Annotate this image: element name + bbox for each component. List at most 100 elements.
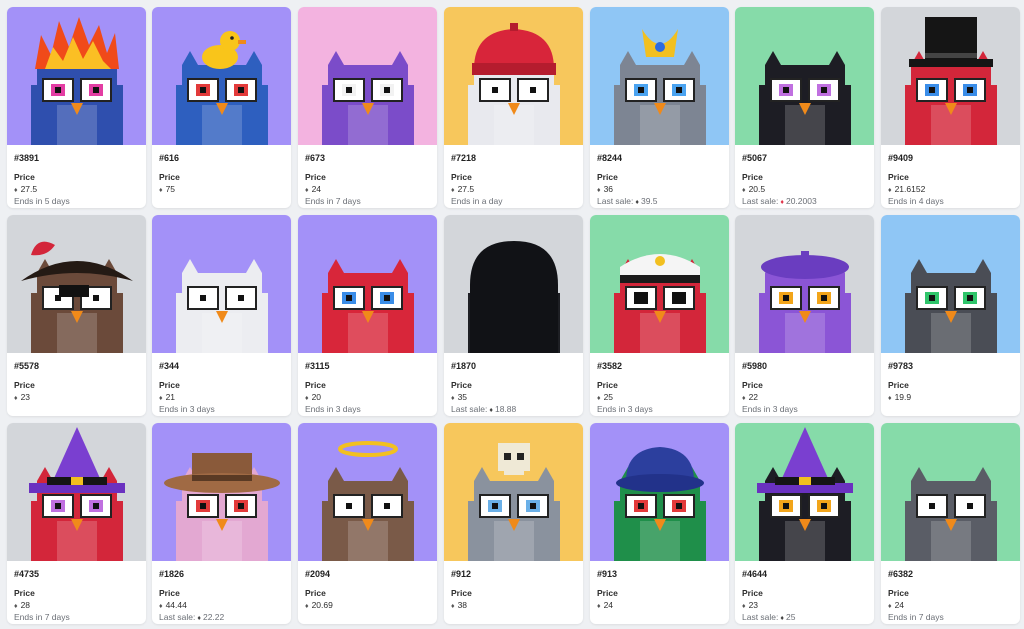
nft-card[interactable]: #912 Price ♦ 38 bbox=[444, 423, 583, 624]
auction-end: Ends in a day bbox=[451, 196, 503, 206]
auction-end: Ends in 5 days bbox=[14, 196, 70, 206]
nft-card[interactable]: #616 Price ♦ 75 bbox=[152, 7, 291, 208]
nft-image[interactable] bbox=[298, 7, 437, 145]
card-info: #5980 Price ♦ 22 Ends in 3 days bbox=[742, 360, 868, 415]
card-info: #1826 Price ♦ 44.44 Last sale: ♦ 22.22 bbox=[159, 568, 285, 623]
nft-card[interactable]: #3115 Price ♦ 20 Ends in 3 days bbox=[298, 215, 437, 416]
nft-card[interactable]: #4735 Price ♦ 28 Ends in 7 days bbox=[7, 423, 146, 624]
nft-image[interactable] bbox=[152, 7, 291, 145]
card-info: #3582 Price ♦ 25 Ends in 3 days bbox=[597, 360, 723, 415]
nft-card[interactable]: #7218 Price ♦ 27.5 Ends in a day bbox=[444, 7, 583, 208]
nft-card[interactable]: #5067 Price ♦ 20.5 Last sale: ♦ 20.2003 bbox=[735, 7, 874, 208]
last-sale-label: Last sale: bbox=[159, 612, 196, 622]
eth-icon: ♦ bbox=[305, 187, 309, 194]
nft-card[interactable]: #1870 Price ♦ 35 Last sale: ♦ 18.88 bbox=[444, 215, 583, 416]
eth-icon: ♦ bbox=[742, 395, 746, 402]
nft-image[interactable] bbox=[298, 215, 437, 353]
price-row: ♦ 25 bbox=[597, 391, 723, 403]
card-info: #3891 Price ♦ 27.5 Ends in 5 days bbox=[14, 152, 140, 207]
nft-image[interactable] bbox=[590, 423, 729, 561]
nft-image[interactable] bbox=[735, 7, 874, 145]
price-value: 22 bbox=[748, 392, 759, 402]
eth-icon: ♦ bbox=[305, 395, 309, 402]
nft-card[interactable]: #8244 Price ♦ 36 Last sale: ♦ 39.5 bbox=[590, 7, 729, 208]
nft-image[interactable] bbox=[735, 215, 874, 353]
nft-image[interactable] bbox=[7, 215, 146, 353]
nft-card[interactable]: #9783 Price ♦ 19.9 bbox=[881, 215, 1020, 416]
price-value: 24 bbox=[311, 184, 322, 194]
nft-image[interactable] bbox=[444, 7, 583, 145]
nft-card[interactable]: #3891 Price ♦ 27.5 Ends in 5 days bbox=[7, 7, 146, 208]
nft-card[interactable]: #5578 Price ♦ 23 bbox=[7, 215, 146, 416]
price-row: ♦ 35 bbox=[451, 391, 577, 403]
token-id: #9409 bbox=[888, 153, 914, 163]
price-value: 20.5 bbox=[748, 184, 766, 194]
price-row: ♦ 24 bbox=[305, 183, 431, 195]
eth-icon: ♦ bbox=[451, 187, 455, 194]
token-id: #1870 bbox=[451, 361, 477, 371]
eth-icon: ♦ bbox=[888, 603, 892, 610]
price-row: ♦ 27.5 bbox=[14, 183, 140, 195]
nft-card[interactable]: #913 Price ♦ 24 bbox=[590, 423, 729, 624]
token-id: #3115 bbox=[305, 361, 330, 371]
price-label: Price bbox=[305, 588, 326, 598]
nft-image[interactable] bbox=[152, 423, 291, 561]
nft-image[interactable] bbox=[590, 215, 729, 353]
nft-image[interactable] bbox=[590, 7, 729, 145]
nft-card[interactable]: #344 Price ♦ 21 Ends in 3 days bbox=[152, 215, 291, 416]
price-value: 24 bbox=[603, 600, 614, 610]
last-sale: Last sale: ♦ 22.22 bbox=[159, 611, 285, 623]
nft-card[interactable]: #1826 Price ♦ 44.44 Last sale: ♦ 22.22 bbox=[152, 423, 291, 624]
token-id: #3891 bbox=[14, 153, 40, 163]
eth-icon: ♦ bbox=[780, 199, 784, 206]
nft-card[interactable]: #673 Price ♦ 24 Ends in 7 days bbox=[298, 7, 437, 208]
card-info: #344 Price ♦ 21 Ends in 3 days bbox=[159, 360, 285, 415]
price-label: Price bbox=[305, 172, 326, 182]
price-label: Price bbox=[451, 588, 472, 598]
eth-icon: ♦ bbox=[635, 199, 639, 206]
nft-image[interactable] bbox=[881, 7, 1020, 145]
price-label: Price bbox=[888, 588, 909, 598]
price-row: ♦ 44.44 bbox=[159, 599, 285, 611]
skull-icon bbox=[498, 443, 530, 475]
card-info: #1870 Price ♦ 35 Last sale: ♦ 18.88 bbox=[451, 360, 577, 415]
nft-card[interactable]: #5980 Price ♦ 22 Ends in 3 days bbox=[735, 215, 874, 416]
nft-card[interactable]: #3582 Price ♦ 25 Ends in 3 days bbox=[590, 215, 729, 416]
nft-card[interactable]: #9409 Price ♦ 21.6152 Ends in 4 days bbox=[881, 7, 1020, 208]
nft-image[interactable] bbox=[298, 423, 437, 561]
nft-image[interactable] bbox=[444, 215, 583, 353]
price-value: 38 bbox=[457, 600, 468, 610]
price-label: Price bbox=[742, 380, 763, 390]
last-sale-value: 25 bbox=[785, 612, 796, 622]
token-id: #7218 bbox=[451, 153, 477, 163]
nft-image[interactable] bbox=[735, 423, 874, 561]
nft-image[interactable] bbox=[444, 423, 583, 561]
price-label: Price bbox=[14, 588, 35, 598]
price-row: ♦ 20.5 bbox=[742, 183, 868, 195]
nft-card[interactable]: #4644 Price ♦ 23 Last sale: ♦ 25 bbox=[735, 423, 874, 624]
eth-icon: ♦ bbox=[197, 615, 201, 622]
price-row: ♦ 75 bbox=[159, 183, 285, 195]
eth-icon: ♦ bbox=[14, 603, 18, 610]
price-label: Price bbox=[451, 172, 472, 182]
token-id: #344 bbox=[159, 361, 180, 371]
nft-image[interactable] bbox=[881, 423, 1020, 561]
card-info: #4644 Price ♦ 23 Last sale: ♦ 25 bbox=[742, 568, 868, 623]
nft-image[interactable] bbox=[7, 423, 146, 561]
token-id: #5578 bbox=[14, 361, 40, 371]
nft-card[interactable]: #2094 Price ♦ 20.69 bbox=[298, 423, 437, 624]
last-sale-value: 20.2003 bbox=[785, 196, 817, 206]
nft-card[interactable]: #6382 Price ♦ 24 Ends in 7 days bbox=[881, 423, 1020, 624]
price-row: ♦ 21 bbox=[159, 391, 285, 403]
auction-end: Ends in 7 days bbox=[888, 612, 944, 622]
price-label: Price bbox=[159, 588, 180, 598]
last-sale-value: 22.22 bbox=[202, 612, 225, 622]
nft-image[interactable] bbox=[881, 215, 1020, 353]
token-id: #5980 bbox=[742, 361, 768, 371]
nft-image[interactable] bbox=[7, 7, 146, 145]
nft-grid: #3891 Price ♦ 27.5 Ends in 5 days #616 Price ♦ 7… bbox=[0, 0, 1024, 629]
nft-image[interactable] bbox=[152, 215, 291, 353]
price-row: ♦ 28 bbox=[14, 599, 140, 611]
price-row: ♦ 38 bbox=[451, 599, 577, 611]
price-row: ♦ 19.9 bbox=[888, 391, 1014, 403]
